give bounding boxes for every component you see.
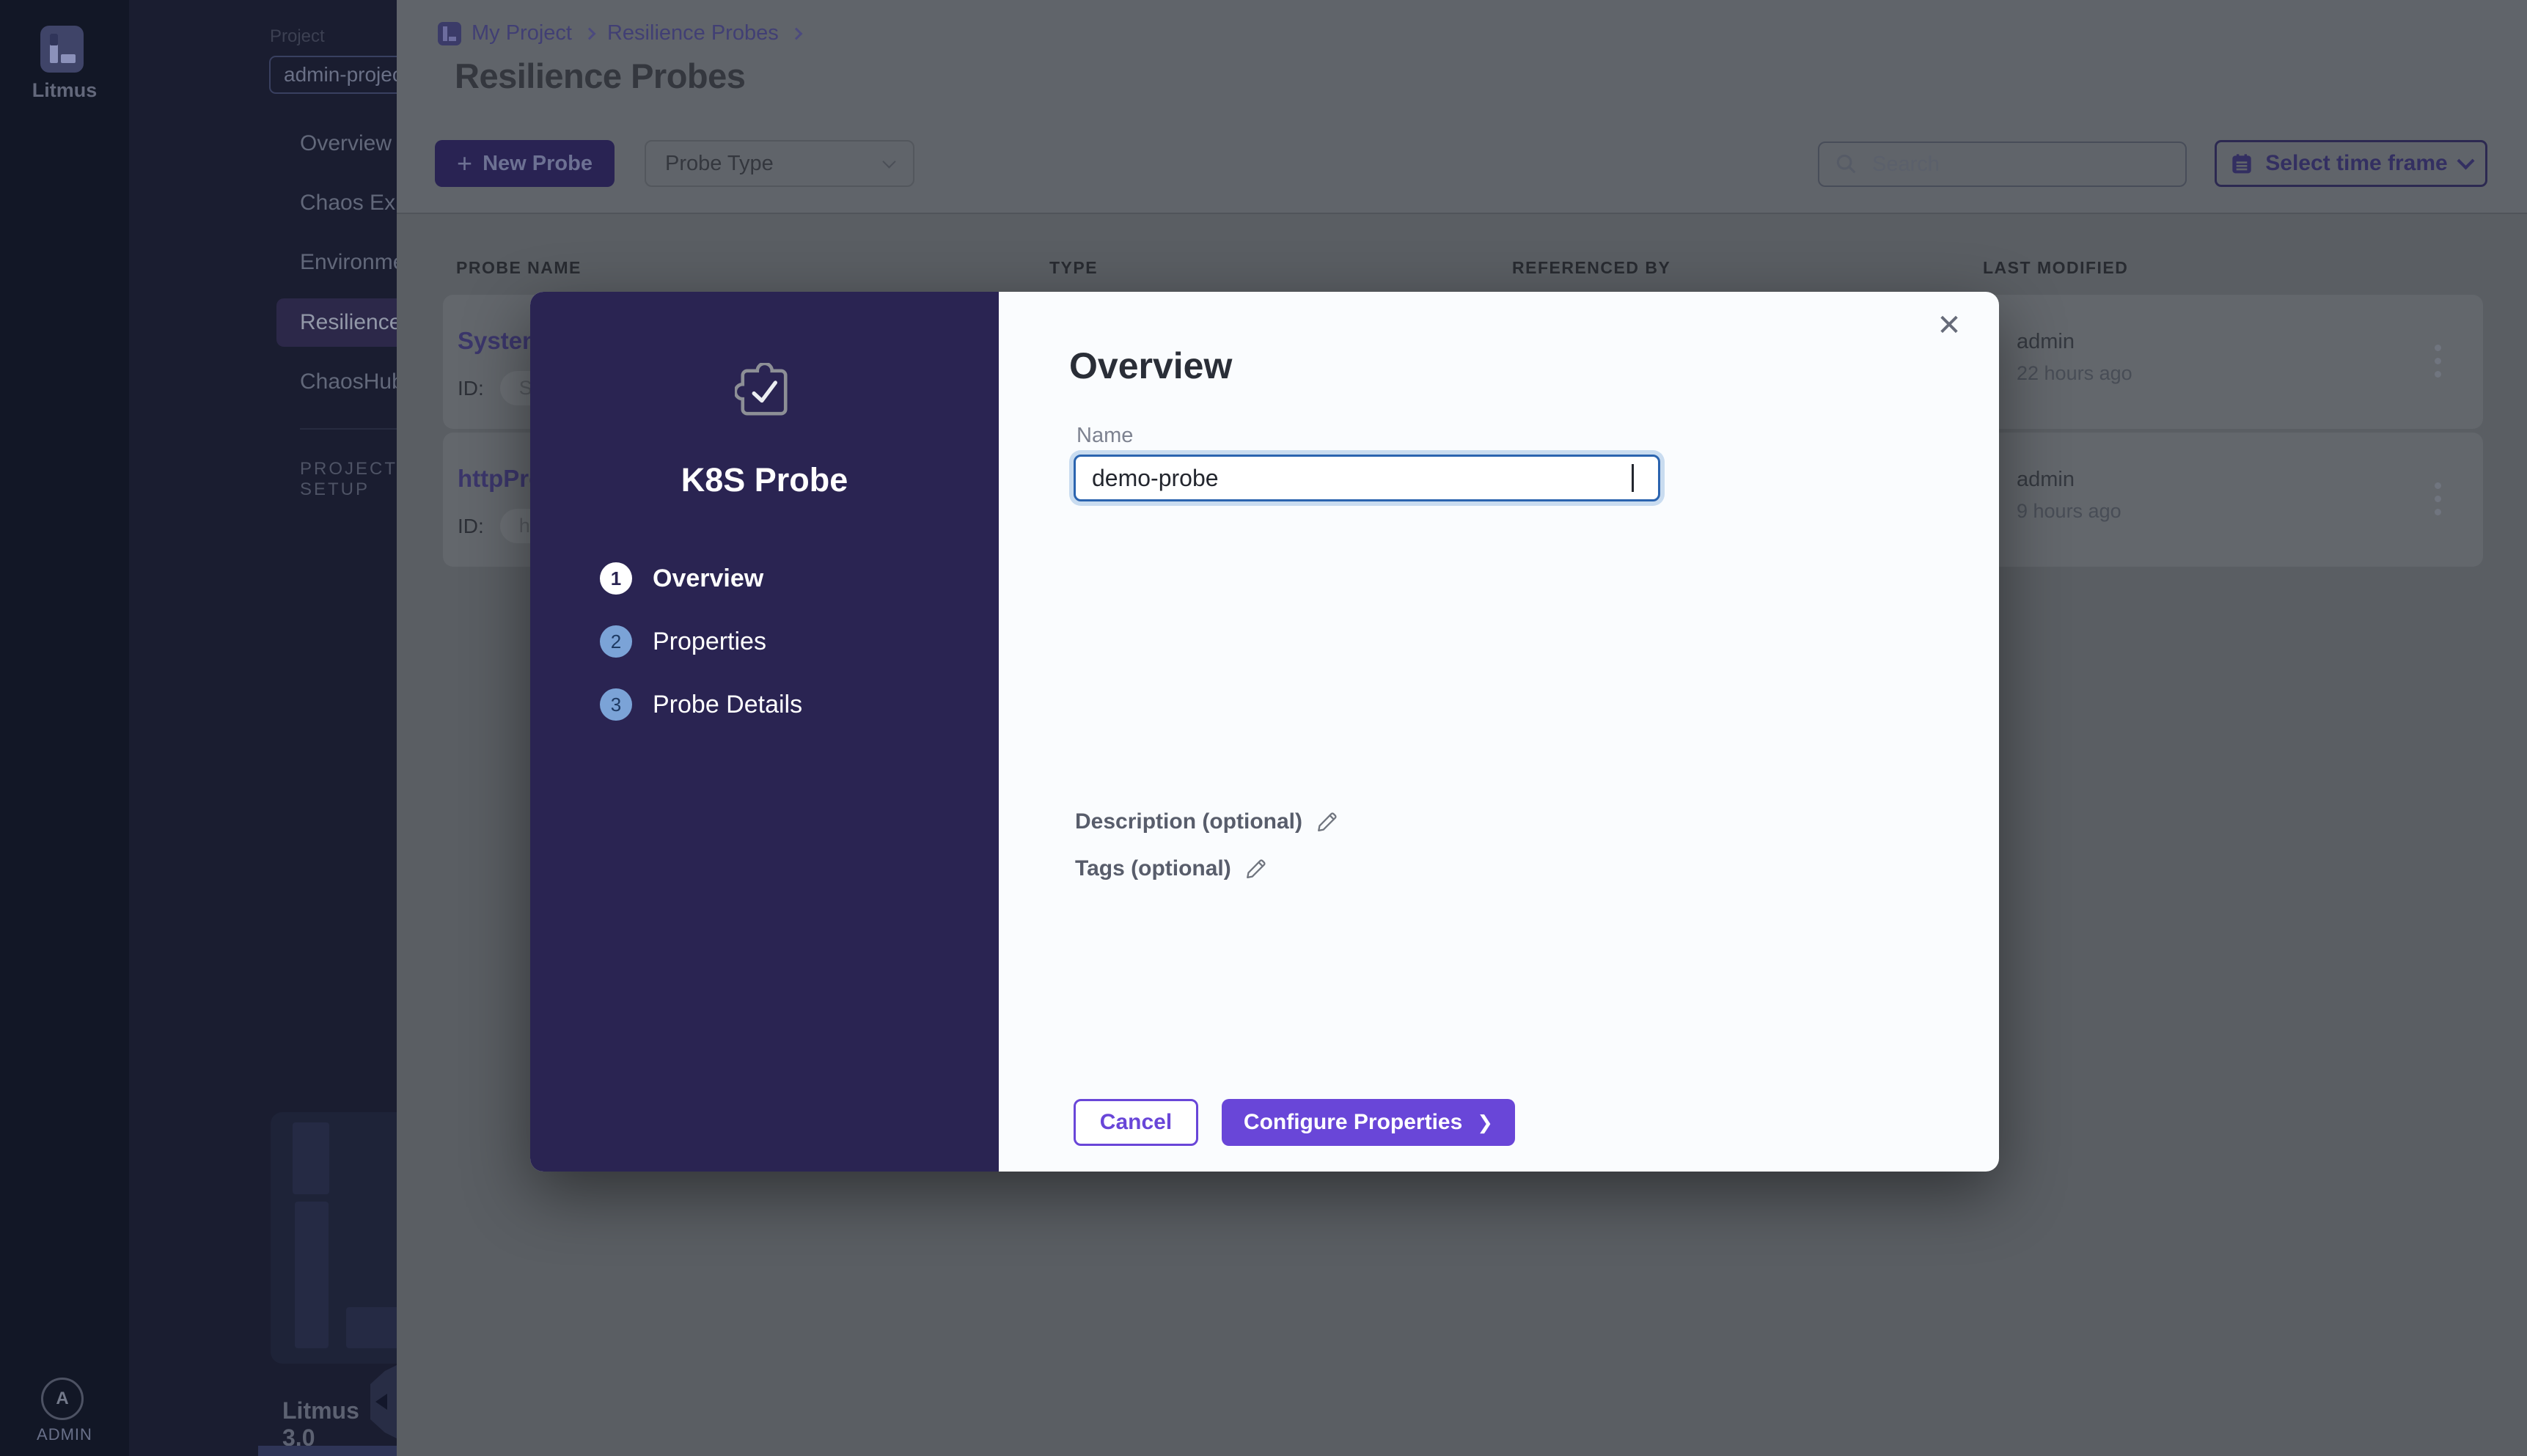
configure-properties-button[interactable]: Configure Properties ❯: [1222, 1099, 1515, 1146]
placeholder-block: [293, 1122, 329, 1194]
description-row: Description (optional): [1075, 809, 1339, 834]
time-frame-button[interactable]: Select time frame: [2215, 140, 2487, 187]
modified-by: admin: [2017, 330, 2075, 354]
text-caret: [1632, 464, 1634, 492]
create-probe-modal: K8S Probe 1 Overview 2 Properties 3 Prob…: [530, 292, 1999, 1172]
edit-pencil-icon[interactable]: [1316, 810, 1339, 834]
page-title: Resilience Probes: [455, 56, 745, 96]
plus-icon: +: [457, 150, 472, 177]
logo-mark: [61, 54, 76, 63]
nav-rail: Litmus A ADMIN: [0, 0, 129, 1456]
search-box: [1818, 141, 2187, 187]
collapse-arrow-icon: [375, 1394, 387, 1410]
chevron-right-icon: [583, 27, 595, 40]
modal-wizard-panel: K8S Probe 1 Overview 2 Properties 3 Prob…: [530, 292, 999, 1172]
chevron-down-icon: [882, 155, 895, 168]
logo-mark: [449, 37, 456, 41]
modified-at: 9 hours ago: [2017, 500, 2121, 523]
chevron-down-icon: [2457, 152, 2474, 169]
cancel-button[interactable]: Cancel: [1074, 1099, 1198, 1146]
step-number: 3: [600, 688, 632, 721]
probe-type-dropdown[interactable]: Probe Type: [645, 140, 914, 187]
column-header-last-modified: LAST MODIFIED: [1983, 258, 2128, 278]
name-field-label: Name: [1077, 424, 1133, 448]
breadcrumb: My Project Resilience Probes: [472, 21, 801, 45]
modal-step-heading: Overview: [1069, 345, 1232, 387]
user-role-label: ADMIN: [0, 1425, 129, 1444]
close-icon[interactable]: ✕: [1927, 304, 1971, 348]
row-menu-button[interactable]: [2423, 469, 2452, 528]
logo-label: Litmus: [0, 79, 129, 102]
probe-type-title: K8S Probe: [530, 461, 999, 499]
wizard-step-probe-details[interactable]: 3 Probe Details: [600, 688, 802, 721]
project-name: admin-project: [284, 63, 408, 87]
calendar-icon: [2230, 152, 2253, 175]
wizard-step-properties[interactable]: 2 Properties: [600, 625, 766, 658]
sidebar: Project admin-project Overview Chaos Exp…: [129, 0, 397, 1456]
logo-mark: [443, 26, 447, 41]
probe-puzzle-icon: [735, 363, 793, 422]
probe-name-input[interactable]: [1090, 464, 1636, 493]
user-avatar[interactable]: A: [41, 1378, 84, 1420]
search-icon: [1834, 152, 1859, 177]
modified-by: admin: [2017, 468, 2075, 492]
column-header-probe-name: PROBE NAME: [456, 258, 582, 278]
modified-at: 22 hours ago: [2017, 362, 2132, 385]
project-label: Project: [270, 26, 325, 47]
placeholder-block: [295, 1202, 329, 1348]
column-header-referenced-by: REFERENCED BY: [1512, 258, 1670, 278]
logo-mark: [50, 34, 58, 45]
probe-name-field-wrap: [1074, 455, 1660, 501]
breadcrumb-logo-icon: [438, 22, 461, 45]
avatar-initial: A: [56, 1389, 68, 1409]
row-menu-button[interactable]: [2423, 331, 2452, 390]
litmus-app: Litmus A ADMIN Project admin-project Ove…: [0, 0, 2527, 1456]
wizard-step-overview[interactable]: 1 Overview: [600, 562, 763, 595]
chevron-right-icon: ❯: [1477, 1111, 1493, 1134]
step-number: 1: [600, 562, 632, 595]
breadcrumb-my-project[interactable]: My Project: [472, 21, 572, 45]
edit-pencil-icon[interactable]: [1244, 857, 1268, 880]
tags-row: Tags (optional): [1075, 856, 1268, 881]
search-input[interactable]: [1871, 152, 2152, 177]
step-number: 2: [600, 625, 632, 658]
breadcrumb-resilience-probes[interactable]: Resilience Probes: [607, 21, 779, 45]
chevron-right-icon: [790, 27, 802, 40]
new-probe-button[interactable]: + New Probe: [435, 140, 615, 187]
litmus-logo-icon[interactable]: [40, 26, 84, 73]
column-header-type: TYPE: [1049, 258, 1098, 278]
